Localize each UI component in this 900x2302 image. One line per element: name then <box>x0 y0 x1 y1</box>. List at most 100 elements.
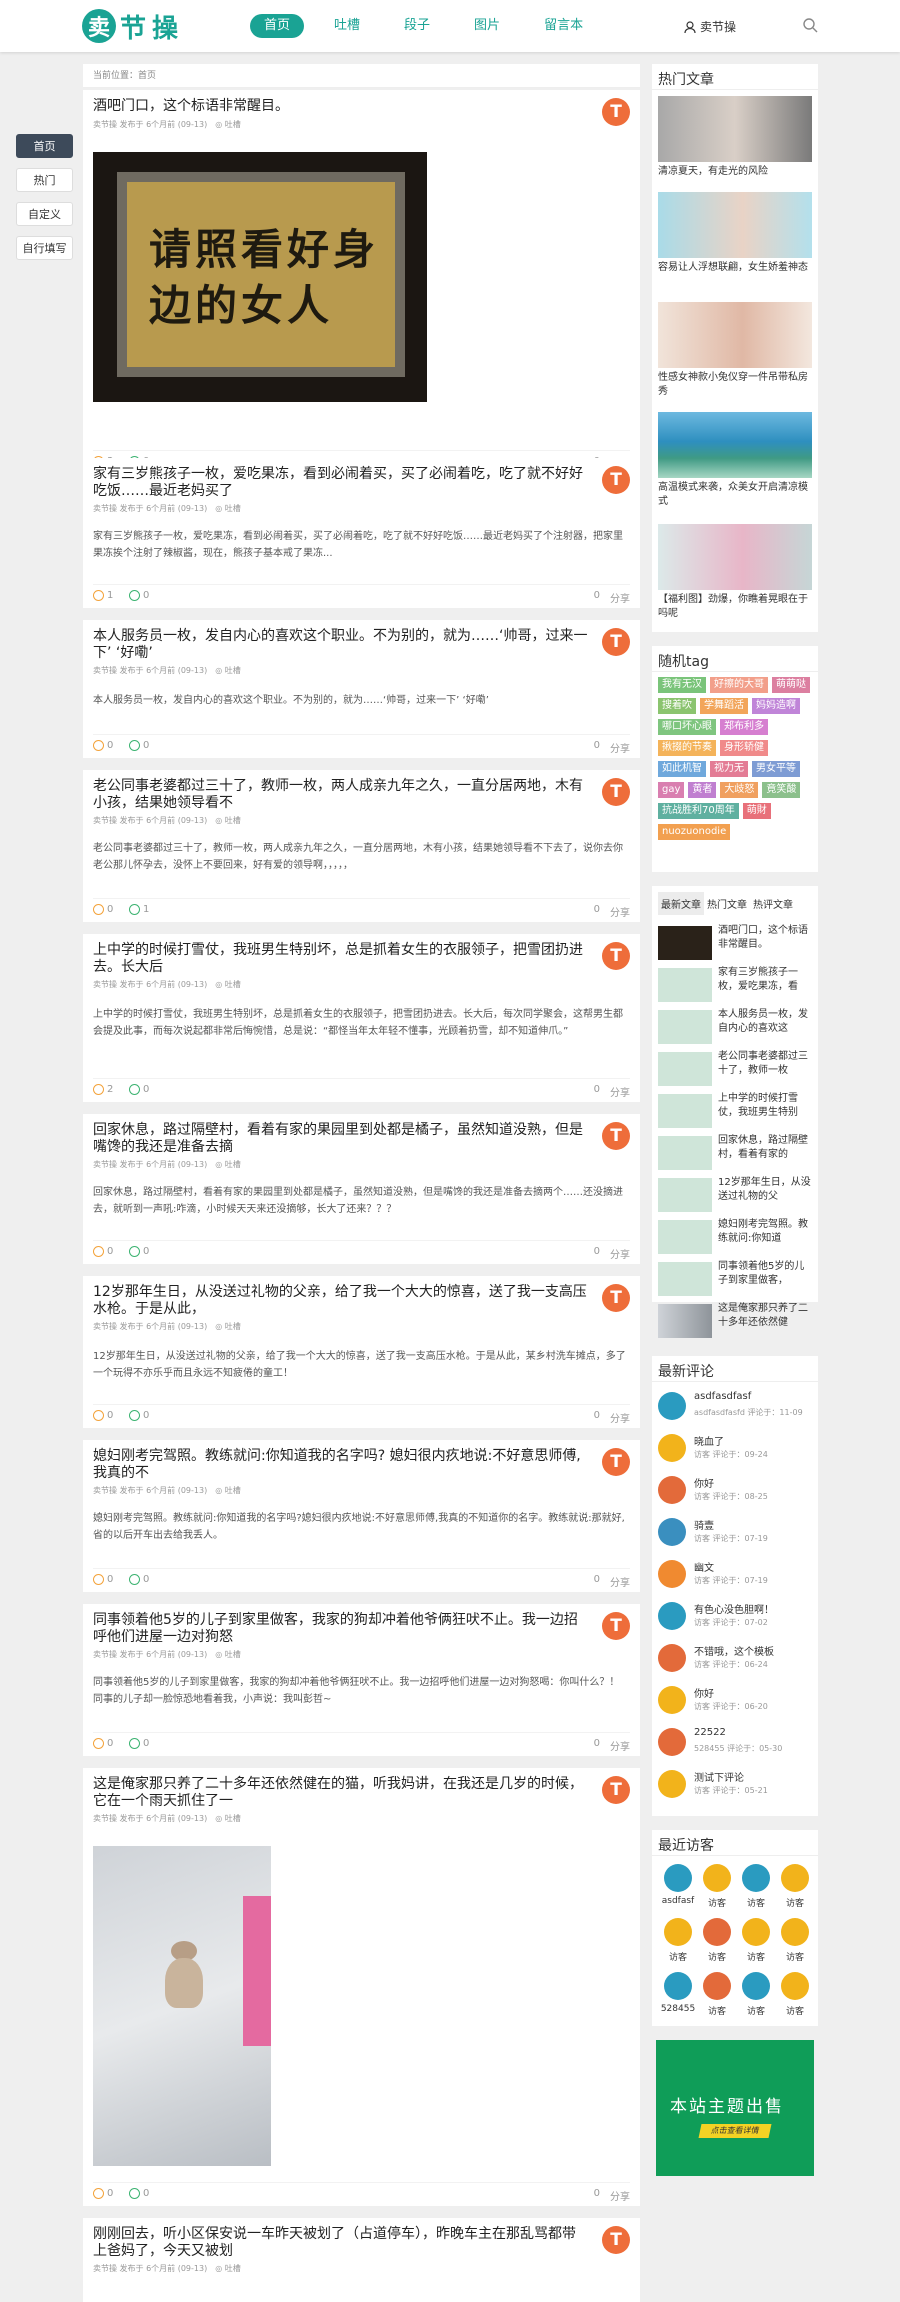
hot-article[interactable]: 容易让人浮想联翩，女生娇羞神态 <box>658 192 812 275</box>
list-item[interactable]: 家有三岁熊孩子一枚，爱吃果冻，看 <box>658 966 814 1002</box>
hot-article[interactable]: 【福利图】劲爆，你瞧着晃眼在于吗呢 <box>658 524 812 621</box>
comment-item[interactable]: 你好 访客 评论于：06-20 <box>658 1682 814 1720</box>
post-title[interactable]: 本人服务员一枚，发自内心的喜欢这个职业。不为别的，就为……‘帅哥，过来一下’ ‘… <box>93 628 588 662</box>
comment-count[interactable]: 0 <box>594 1738 600 1753</box>
hot-article[interactable]: 高温模式来袭，众美女开启清凉模式 <box>658 412 812 509</box>
comment-count[interactable]: 0 <box>594 1084 600 1099</box>
post-title[interactable]: 这是俺家那只养了二十多年还依然健在的猫，听我妈讲，在我还是几岁的时候，它在一个雨… <box>93 1776 588 1810</box>
author-avatar[interactable]: T <box>602 1284 630 1312</box>
tag-item[interactable]: 萌萌哒 <box>772 677 810 693</box>
comment-item[interactable]: 22522 528455 评论于：05-30 <box>658 1724 814 1762</box>
downvote-button[interactable]: 0 <box>129 740 149 751</box>
tag-item[interactable]: 我有无汉 <box>658 677 706 693</box>
downvote-button[interactable]: 0 <box>129 1738 149 1749</box>
sidenav-home[interactable]: 首页 <box>16 134 73 158</box>
share-button[interactable]: 分享 <box>610 1246 630 1261</box>
tag-item[interactable]: 妈妈造啊 <box>752 698 800 714</box>
visitor-item[interactable]: asdfasf <box>660 1864 696 1906</box>
author-avatar[interactable]: T <box>602 1776 630 1804</box>
downvote-button[interactable]: 0 <box>129 590 149 601</box>
upvote-button[interactable]: 0 <box>93 1574 113 1585</box>
nav-duanzi[interactable]: 段子 <box>390 14 444 38</box>
share-button[interactable]: 分享 <box>610 1084 630 1099</box>
tag-item[interactable]: 搜着吹 <box>658 698 696 714</box>
post-title[interactable]: 刚刚回去，听小区保安说一车昨天被划了（占道停车），昨晚车主在那乱骂都带上爸妈了，… <box>93 2226 588 2260</box>
share-button[interactable]: 分享 <box>610 1410 630 1425</box>
tag-item[interactable]: 萌財 <box>742 803 771 819</box>
comment-item[interactable]: 你好 访客 评论于：08-25 <box>658 1472 814 1510</box>
downvote-button[interactable]: 0 <box>129 1410 149 1421</box>
tag-item[interactable]: 男女平等 <box>752 761 800 777</box>
nav-images[interactable]: 图片 <box>460 14 514 38</box>
visitor-item[interactable]: 访客 <box>699 1918 735 1963</box>
nav-guestbook[interactable]: 留言本 <box>530 14 597 38</box>
visitor-item[interactable]: 访客 <box>738 1918 774 1963</box>
tab-hot[interactable]: 热门文章 <box>704 892 750 915</box>
share-button[interactable]: 分享 <box>610 2188 630 2203</box>
sidenav-hot[interactable]: 热门 <box>16 168 73 192</box>
tag-item[interactable]: 学舞蹈活 <box>700 698 748 714</box>
comment-item[interactable]: 骑壹 访客 评论于：07-19 <box>658 1514 814 1552</box>
tag-item[interactable]: gay <box>658 782 685 798</box>
post-title[interactable]: 老公同事老婆都过三十了，教师一枚，两人成亲九年之久，一直分居两地，木有小孩，结果… <box>93 778 588 812</box>
tag-item[interactable]: 黄者 <box>688 782 717 798</box>
post-title[interactable]: 同事领着他5岁的儿子到家里做客，我家的狗却冲着他爷俩狂吠不止。我一边招呼他们进屋… <box>93 1612 588 1646</box>
visitor-item[interactable]: 访客 <box>660 1918 696 1963</box>
list-item[interactable]: 这是俺家那只养了二十多年还依然健 <box>658 1302 814 1338</box>
list-item[interactable]: 老公同事老婆都过三十了，教师一枚 <box>658 1050 814 1086</box>
author-avatar[interactable]: T <box>602 1122 630 1150</box>
downvote-button[interactable]: 0 <box>129 2188 149 2199</box>
upvote-button[interactable]: 0 <box>93 2188 113 2199</box>
comment-count[interactable]: 0 <box>594 1410 600 1425</box>
comment-count[interactable]: 0 <box>594 1246 600 1261</box>
nav-home[interactable]: 首页 <box>250 14 305 38</box>
comment-item[interactable]: 晓血了 访客 评论于：09-24 <box>658 1430 814 1468</box>
hot-article[interactable]: 清凉夏天，有走光的风险 <box>658 96 812 179</box>
hot-article[interactable]: 性感女神款小兔仪穿一件吊带私房秀 <box>658 302 812 399</box>
nav-tucao[interactable]: 吐槽 <box>320 14 374 38</box>
comment-count[interactable]: 0 <box>594 904 600 919</box>
sidenav-fill[interactable]: 自行填写 <box>16 236 73 260</box>
author-avatar[interactable]: T <box>602 1448 630 1476</box>
post-title[interactable]: 回家休息，路过隔壁村，看着有家的果园里到处都是橘子，虽然知道没熟，但是嘴馋的我还… <box>93 1122 588 1156</box>
comment-item[interactable]: 测试下评论 访客 评论于：05-21 <box>658 1766 814 1804</box>
upvote-button[interactable]: 0 <box>93 1738 113 1749</box>
list-item[interactable]: 本人服务员一枚，发自内心的喜欢这 <box>658 1008 814 1044</box>
list-item[interactable]: 酒吧门口，这个标语非常醒目。 <box>658 924 814 960</box>
ad-cta[interactable]: 点击查看详情 <box>698 2124 772 2138</box>
list-item[interactable]: 上中学的时候打雪仗，我班男生特别 <box>658 1092 814 1128</box>
visitor-item[interactable]: 访客 <box>777 1918 813 1963</box>
comment-item[interactable]: 有色心没色胆啊！ 访客 评论于：07-02 <box>658 1598 814 1636</box>
author-avatar[interactable]: T <box>602 778 630 806</box>
post-title[interactable]: 12岁那年生日，从没送过礼物的父亲，给了我一个大大的惊喜，送了我一支高压水枪。于… <box>93 1284 588 1318</box>
tag-item[interactable]: 身形轿健 <box>720 740 768 756</box>
upvote-button[interactable]: 0 <box>93 1246 113 1257</box>
list-item[interactable]: 媳妇刚考完驾照。教练就问:你知道 <box>658 1218 814 1254</box>
tag-item[interactable]: 竟笑酸 <box>762 782 801 798</box>
tag-item[interactable]: nuozuonodie <box>658 824 731 840</box>
comment-count[interactable]: 0 <box>594 1574 600 1589</box>
post-title[interactable]: 酒吧门口，这个标语非常醒目。 <box>93 98 588 115</box>
tag-item[interactable]: 郑布利多 <box>720 719 768 735</box>
downvote-button[interactable]: 1 <box>129 904 149 915</box>
downvote-button[interactable]: 0 <box>129 1574 149 1585</box>
theme-sale-ad[interactable]: 本站主题出售 点击查看详情 <box>656 2040 814 2176</box>
author-avatar[interactable]: T <box>602 466 630 494</box>
tag-item[interactable]: 视力无 <box>710 761 748 777</box>
tab-latest[interactable]: 最新文章 <box>658 892 704 915</box>
search-icon[interactable] <box>802 17 818 33</box>
user-menu[interactable]: 卖节操 <box>684 18 736 35</box>
comment-item[interactable]: 幽文 访客 评论于：07-19 <box>658 1556 814 1594</box>
comment-count[interactable]: 0 <box>594 590 600 605</box>
tag-item[interactable]: 揪掇的节奏 <box>658 740 716 756</box>
comment-count[interactable]: 0 <box>594 740 600 755</box>
visitor-item[interactable]: 访客 <box>777 1972 813 2017</box>
downvote-button[interactable]: 0 <box>129 1246 149 1257</box>
tag-item[interactable]: 如此机智 <box>658 761 706 777</box>
upvote-button[interactable]: 0 <box>93 1410 113 1421</box>
visitor-item[interactable]: 访客 <box>699 1864 735 1909</box>
tab-most-commented[interactable]: 热评文章 <box>750 892 796 915</box>
tag-item[interactable]: 大歧怒 <box>720 782 759 798</box>
post-image[interactable]: 请照看好身边的女人 <box>93 152 427 402</box>
comment-item[interactable]: 不错哦，这个模板 访客 评论于：06-24 <box>658 1640 814 1678</box>
